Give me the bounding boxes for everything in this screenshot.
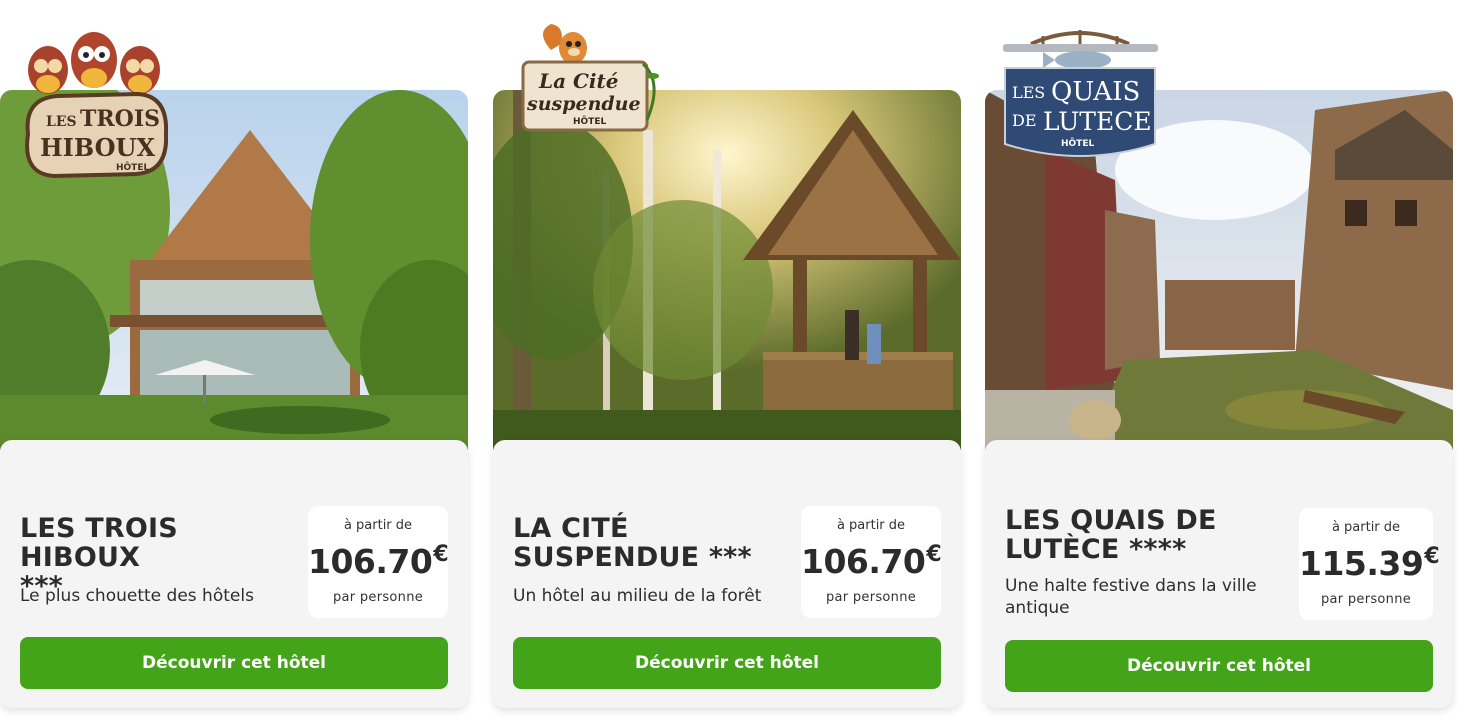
hotel-card-trois-hiboux: LES TROIS HIBOUX HÔTEL LES TROIS HIBOUX *… (0, 32, 468, 708)
price-box: à partir de 115.39€ par personne (1299, 508, 1440, 620)
owl-icon (28, 32, 160, 94)
svg-text:La Cité: La Cité (538, 69, 618, 93)
quais-de-lutece-logo: LES QUAIS DE LUTECE HÔTEL (1003, 22, 1158, 164)
hotel-info-panel: LES TROIS HIBOUX *** Le plus chouette des… (0, 440, 468, 708)
svg-text:suspendue: suspendue (526, 93, 641, 115)
discover-hotel-button[interactable]: Découvrir cet hôtel (20, 637, 448, 689)
price-box: à partir de 106.70€ par personne (308, 506, 449, 618)
svg-text:LUTECE: LUTECE (1043, 107, 1152, 136)
hotel-name: LA CITÉ SUSPENDUE *** (513, 513, 752, 573)
svg-text:QUAIS: QUAIS (1051, 77, 1140, 107)
hotel-tagline: Une halte festive dans la ville antique (1005, 576, 1257, 618)
price-from-label: à partir de (1331, 520, 1401, 535)
price-per-label: par personne (1320, 592, 1412, 607)
price-from-label: à partir de (343, 518, 413, 533)
hotel-photo-cite-suspendue (493, 90, 961, 450)
discover-hotel-button[interactable]: Découvrir cet hôtel (513, 637, 941, 689)
hotel-card-cite-suspendue: La Cité suspendue HÔTEL LA CITÉ SUSPENDU… (493, 24, 961, 708)
hotel-info-panel: LES QUAIS DE LUTÈCE **** Une halte festi… (985, 440, 1453, 708)
hotel-info-panel: LA CITÉ SUSPENDUE *** Un hôtel au milieu… (493, 440, 961, 708)
hotel-tagline: Le plus chouette des hôtels (20, 586, 254, 606)
cite-suspendue-logo: La Cité suspendue HÔTEL (521, 22, 666, 134)
discover-hotel-button[interactable]: Découvrir cet hôtel (1005, 640, 1433, 692)
svg-text:DE: DE (1012, 111, 1037, 130)
price-amount: 115.39€ (1299, 544, 1440, 583)
fish-icon (1043, 51, 1111, 69)
price-amount: 106.70€ (801, 542, 942, 581)
svg-text:LES: LES (1012, 83, 1045, 102)
hotel-name: LES QUAIS DE LUTÈCE **** (1005, 505, 1217, 565)
svg-text:LES: LES (46, 114, 77, 130)
hotel-card-quais-de-lutece: LES QUAIS DE LUTECE HÔTEL LES QUAIS DE L… (985, 30, 1453, 708)
trois-hiboux-logo: LES TROIS HIBOUX HÔTEL (18, 22, 168, 182)
hotel-tagline: Un hôtel au milieu de la forêt (513, 586, 762, 606)
svg-text:HÔTEL: HÔTEL (573, 115, 606, 127)
svg-text:HÔTEL: HÔTEL (116, 161, 149, 173)
price-from-label: à partir de (836, 518, 906, 533)
price-amount: 106.70€ (308, 542, 449, 581)
price-per-label: par personne (825, 590, 917, 605)
squirrel-icon (543, 24, 587, 64)
svg-text:HÔTEL: HÔTEL (1061, 137, 1094, 149)
svg-text:TROIS: TROIS (80, 106, 160, 132)
price-box: à partir de 106.70€ par personne (801, 506, 942, 618)
price-per-label: par personne (332, 590, 424, 605)
svg-text:HIBOUX: HIBOUX (40, 133, 155, 162)
